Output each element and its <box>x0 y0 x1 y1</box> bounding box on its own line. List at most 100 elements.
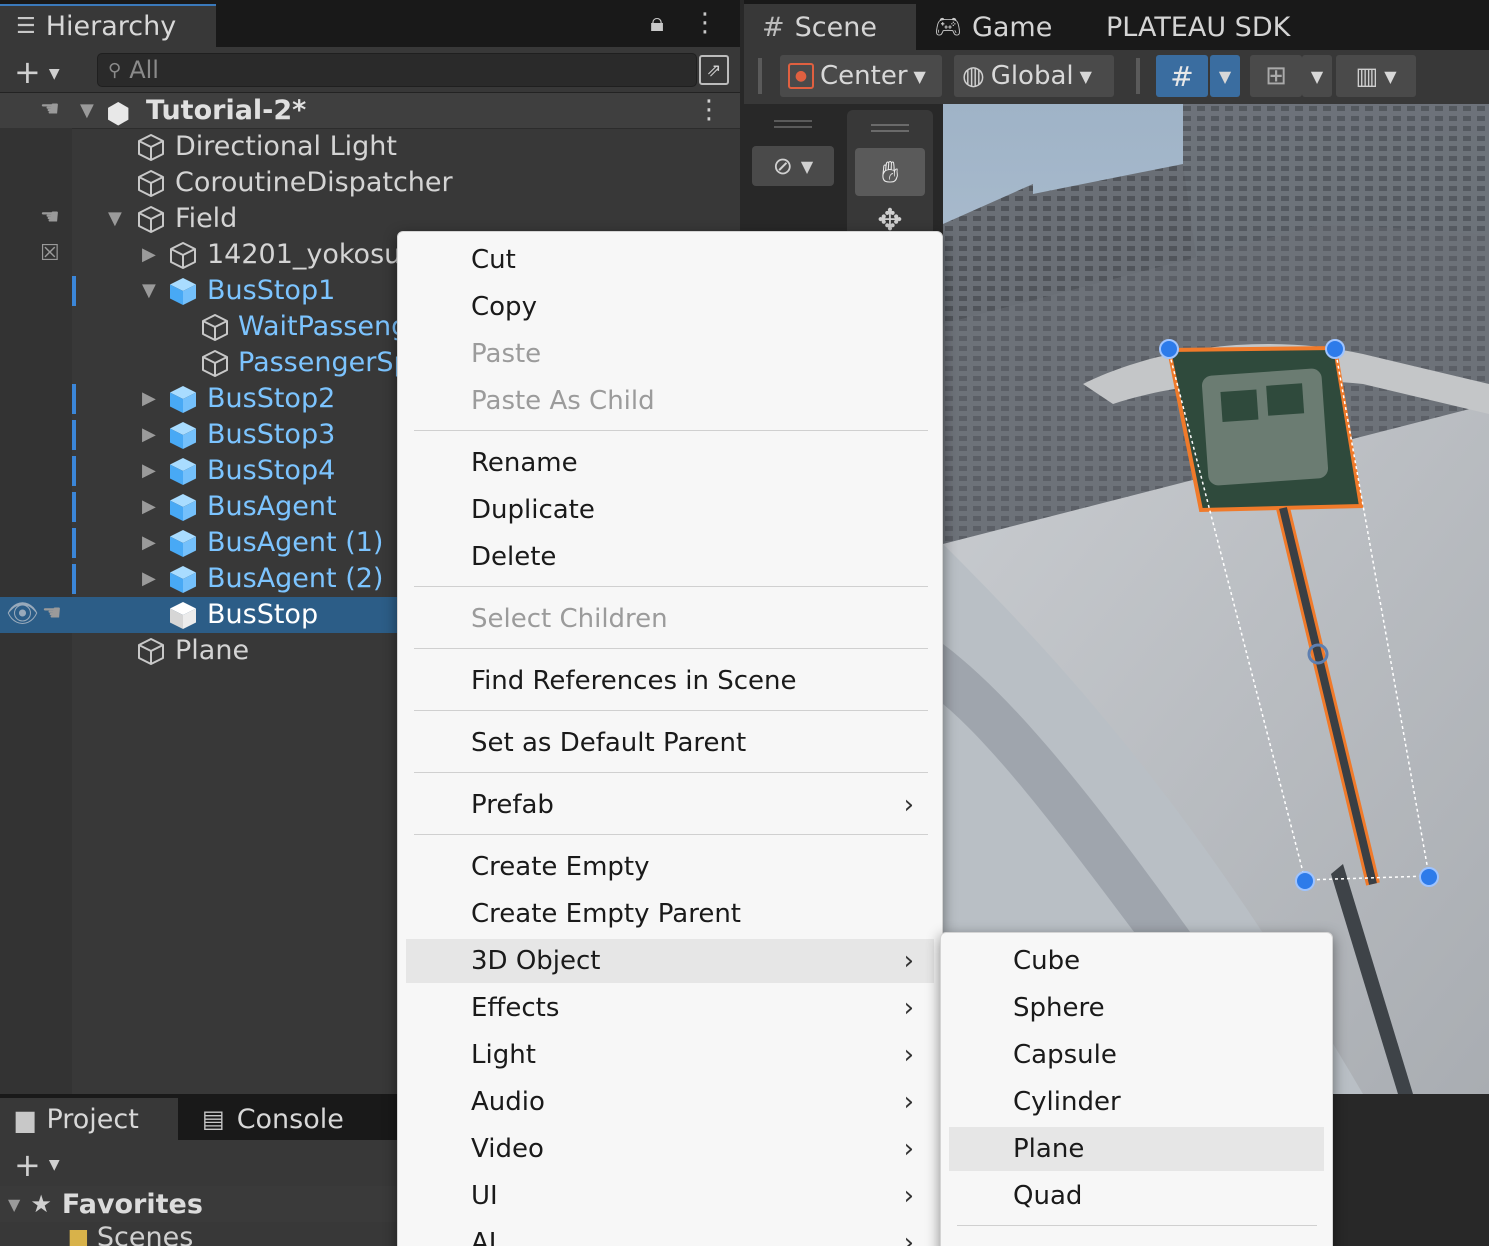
grid-snap-toggle[interactable]: # <box>1156 55 1208 97</box>
project-create-button[interactable]: + ▼ <box>14 1146 60 1184</box>
eye-icon[interactable]: 👁︎ <box>6 599 39 629</box>
prefab-override-bar <box>72 528 76 558</box>
hierarchy-row[interactable]: Directional Light <box>0 129 740 165</box>
tab-plateau-sdk[interactable]: PLATEAU SDK <box>1106 4 1290 50</box>
row-label: BusAgent <box>207 491 337 522</box>
expand-arrow-icon[interactable]: ▶ <box>142 237 156 273</box>
view-tool-button[interactable]: ✋︎ <box>855 148 925 196</box>
pivot-mode-dropdown[interactable]: ● Center ▼ <box>780 55 942 97</box>
scenes-folder-row[interactable]: ▆ Scenes <box>70 1222 193 1246</box>
menu-item-audio[interactable]: Audio › <box>406 1080 934 1124</box>
space-mode-dropdown[interactable]: ◍ Global ▼ <box>954 55 1114 97</box>
list-icon: ☰ <box>16 14 36 39</box>
scene-root-row[interactable]: ☚ ▼ ⬢ Tutorial-2* ⋮ <box>0 93 740 130</box>
snap-magnet-icon: ⊞ <box>1265 61 1287 91</box>
menu-item-label: Capsule <box>1013 1040 1117 1070</box>
hierarchy-row[interactable]: CoroutineDispatcher <box>0 165 740 201</box>
menu-item-ui[interactable]: UI › <box>406 1174 934 1218</box>
prefab-icon <box>170 386 196 413</box>
expand-arrow-icon[interactable]: ▼ <box>142 273 156 309</box>
menu-item-label: Create Empty <box>471 852 650 882</box>
expand-arrow-icon[interactable]: ▶ <box>142 525 156 561</box>
submenu-item-cube[interactable]: Cube <box>949 939 1324 983</box>
project-panel: ▆ Project ▤ Console + ▼ ▼ ★ Favorites ▆ … <box>0 1094 400 1246</box>
expand-arrow-icon[interactable]: ▶ <box>142 417 156 453</box>
pick-hand-icon[interactable]: ☚ <box>42 601 62 626</box>
submenu-item-quad[interactable]: Quad <box>949 1174 1324 1218</box>
prefab-override-bar <box>72 276 76 306</box>
menu-item-ai[interactable]: AI › <box>406 1221 934 1246</box>
search-input[interactable] <box>129 56 650 84</box>
menu-separator <box>414 834 928 835</box>
menu-item-label: Effects <box>471 993 560 1023</box>
gameobject-icon <box>138 134 164 161</box>
grid-snap-dropdown[interactable]: ▼ <box>1210 55 1240 97</box>
menu-item-3d-object[interactable]: 3D Object › <box>406 939 934 983</box>
chevron-right-icon: › <box>903 790 914 820</box>
create-dropdown-button[interactable]: + ▼ <box>14 53 60 91</box>
view-tool-dropdown[interactable]: ⊘ ▼ <box>752 146 834 186</box>
menu-item-duplicate[interactable]: Duplicate <box>406 488 934 532</box>
favorites-row[interactable]: ▼ ★ Favorites <box>0 1186 400 1222</box>
menu-item-cut[interactable]: Cut <box>406 238 934 282</box>
pivot-icon: ● <box>788 63 814 89</box>
pick-hand-icon[interactable]: ☚ <box>40 205 60 230</box>
pick-disabled-icon[interactable]: ☒ <box>40 241 60 266</box>
tab-game[interactable]: 🎮︎ Game <box>934 4 1052 50</box>
menu-item-create-empty[interactable]: Create Empty <box>406 845 934 889</box>
lock-icon[interactable]: 🔒︎ <box>650 8 664 39</box>
expand-arrow-icon[interactable]: ▼ <box>108 201 122 237</box>
row-label: Plane <box>175 635 250 666</box>
menu-item-video[interactable]: Video › <box>406 1127 934 1171</box>
submenu-item-plane[interactable]: Plane <box>949 1127 1324 1171</box>
toolbar-grip <box>1136 58 1140 94</box>
tab-project[interactable]: ▆ Project <box>0 1098 178 1140</box>
increment-snap-toggle[interactable]: ⊞ <box>1250 55 1302 97</box>
chevron-down-icon: ▼ <box>1384 66 1397 86</box>
submenu-item-capsule[interactable]: Capsule <box>949 1033 1324 1077</box>
prefab-icon <box>170 458 196 485</box>
row-label: CoroutineDispatcher <box>175 167 453 198</box>
ruler-dropdown[interactable]: ▥ ▼ <box>1336 55 1416 97</box>
favorites-label: Favorites <box>61 1188 203 1220</box>
expand-arrow-icon[interactable]: ▶ <box>142 561 156 597</box>
kebab-menu-icon[interactable]: ⋮ <box>692 8 718 39</box>
submenu-item-cylinder[interactable]: Cylinder <box>949 1080 1324 1124</box>
expand-arrow-icon[interactable]: ▶ <box>142 381 156 417</box>
unity-logo-icon: ⬢ <box>106 97 131 130</box>
pivot-mode-label: Center <box>820 61 908 91</box>
expand-arrow-icon[interactable]: ▶ <box>142 453 156 489</box>
tab-scene[interactable]: # Scene <box>744 4 916 50</box>
tab-hierarchy[interactable]: ☰ Hierarchy <box>0 4 216 47</box>
menu-item-label: AI <box>471 1228 497 1246</box>
menu-item-effects[interactable]: Effects › <box>406 986 934 1030</box>
menu-item-copy[interactable]: Copy <box>406 285 934 329</box>
menu-item-prefab[interactable]: Prefab › <box>406 783 934 827</box>
menu-item-light[interactable]: Light › <box>406 1033 934 1077</box>
pick-hand-icon[interactable]: ☚ <box>40 97 60 122</box>
menu-item-delete[interactable]: Delete <box>406 535 934 579</box>
menu-item-rename[interactable]: Rename <box>406 441 934 485</box>
chevron-right-icon: › <box>903 946 914 976</box>
menu-item-find-references[interactable]: Find References in Scene <box>406 659 934 703</box>
folder-star-icon: ▆ <box>70 1225 87 1246</box>
menu-item-label: Light <box>471 1040 536 1070</box>
prefab-icon <box>170 494 196 521</box>
menu-item-set-default-parent[interactable]: Set as Default Parent <box>406 721 934 765</box>
prefab-override-bar <box>72 564 76 594</box>
menu-item-label: Cut <box>471 245 516 275</box>
expand-arrow-icon[interactable]: ▼ <box>8 1195 20 1214</box>
expand-arrow-icon[interactable]: ▶ <box>142 489 156 525</box>
scene-kebab-menu-icon[interactable]: ⋮ <box>696 95 722 125</box>
chevron-down-icon: ▼ <box>48 1157 60 1173</box>
prefab-icon <box>170 278 196 305</box>
expand-arrow-icon[interactable]: ▼ <box>80 93 94 129</box>
tab-console[interactable]: ▤ Console <box>186 1098 400 1140</box>
menu-item-create-empty-parent[interactable]: Create Empty Parent <box>406 892 934 936</box>
menu-item-label: Sphere <box>1013 993 1105 1023</box>
increment-snap-dropdown[interactable]: ▼ <box>1302 55 1332 97</box>
open-scene-button[interactable]: ⇗ <box>699 55 729 85</box>
submenu-item-sphere[interactable]: Sphere <box>949 986 1324 1030</box>
gameobject-icon <box>138 170 164 197</box>
row-label: BusStop1 <box>207 275 336 306</box>
